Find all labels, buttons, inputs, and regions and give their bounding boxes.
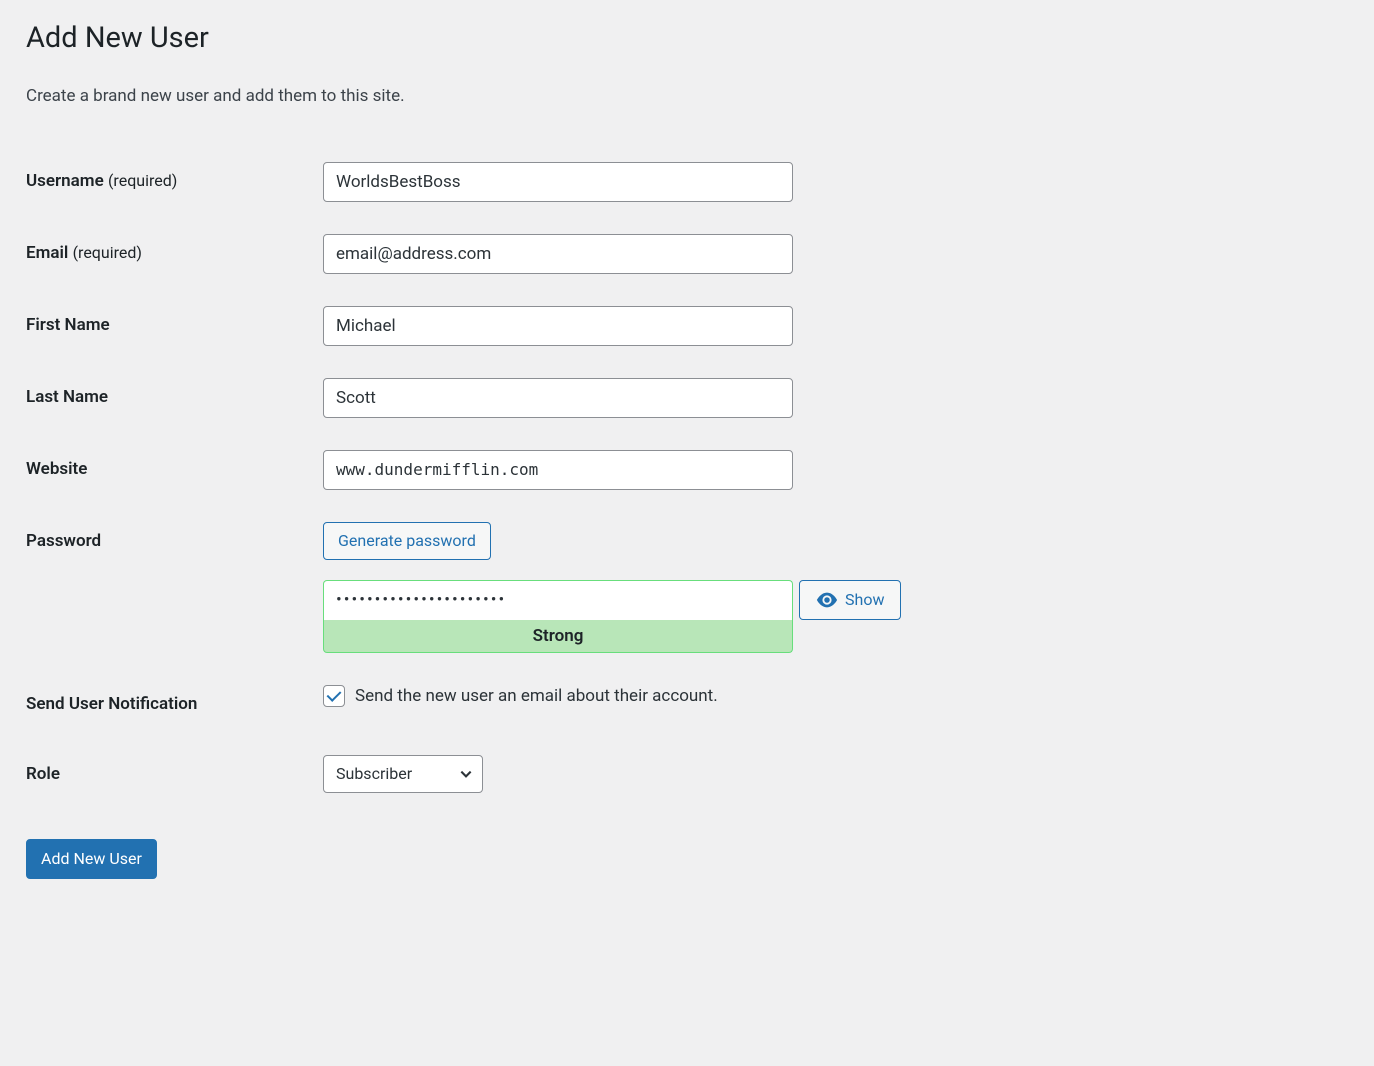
- generate-password-button[interactable]: Generate password: [323, 522, 491, 560]
- password-input[interactable]: [323, 580, 793, 620]
- website-input[interactable]: [323, 450, 793, 490]
- last-name-input[interactable]: [323, 378, 793, 418]
- website-label: Website: [26, 434, 323, 506]
- email-required: (required): [73, 243, 142, 262]
- last-name-label: Last Name: [26, 362, 323, 434]
- role-select[interactable]: Subscriber: [323, 755, 483, 793]
- eye-icon: [816, 592, 838, 608]
- role-label: Role: [26, 739, 323, 809]
- show-password-button[interactable]: Show: [799, 580, 901, 620]
- send-notification-checkbox[interactable]: [323, 685, 345, 707]
- first-name-label: First Name: [26, 290, 323, 362]
- username-label: Username (required): [26, 146, 323, 218]
- username-required: (required): [108, 171, 177, 190]
- user-form-table: Username (required) Email (required) Fir…: [26, 146, 1348, 809]
- password-strength-indicator: Strong: [323, 620, 793, 653]
- page-description: Create a brand new user and add them to …: [26, 86, 1348, 106]
- email-input[interactable]: [323, 234, 793, 274]
- page-title: Add New User: [26, 20, 1348, 58]
- username-input[interactable]: [323, 162, 793, 202]
- show-button-label: Show: [845, 590, 884, 609]
- send-notification-label: Send User Notification: [26, 669, 323, 739]
- send-notification-text: Send the new user an email about their a…: [355, 686, 718, 706]
- password-label: Password: [26, 506, 323, 669]
- first-name-input[interactable]: [323, 306, 793, 346]
- email-label: Email (required): [26, 218, 323, 290]
- add-new-user-button[interactable]: Add New User: [26, 839, 157, 879]
